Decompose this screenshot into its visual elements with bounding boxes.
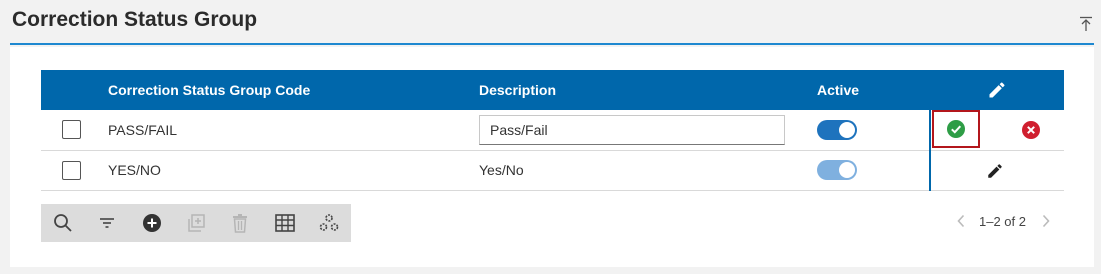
search-icon [54, 214, 72, 232]
search-button[interactable] [41, 204, 85, 242]
grid-toolbar [41, 204, 351, 242]
cell-description: Yes/No [479, 162, 524, 178]
delete-icon [233, 214, 248, 233]
page-range: 1–2 of 2 [979, 213, 1026, 229]
delete-button[interactable] [218, 204, 262, 242]
prev-page-button[interactable] [953, 213, 969, 229]
filter-icon [100, 218, 115, 228]
filter-button[interactable] [85, 204, 129, 242]
settings-icon [319, 214, 339, 231]
row-checkbox[interactable] [62, 120, 81, 140]
grid-header-row: Correction Status Group Code Description… [41, 70, 1064, 110]
add-button[interactable] [130, 204, 174, 242]
grid-panel: Correction Status Group Code Description… [10, 47, 1094, 267]
data-grid: Correction Status Group Code Description… [41, 70, 1064, 191]
confirm-edit-button[interactable] [932, 110, 980, 148]
check-circle-icon [947, 120, 965, 138]
table-row[interactable]: YES/NO Yes/No [41, 150, 1064, 190]
collapse-up-icon[interactable] [1079, 16, 1093, 32]
description-input[interactable] [479, 114, 785, 145]
table-row[interactable]: PASS/FAIL [41, 110, 1064, 150]
add-circle-icon [142, 214, 161, 232]
page-title: Correction Status Group [12, 8, 258, 31]
copy-button[interactable] [174, 204, 218, 242]
cell-code: PASS/FAIL [108, 121, 177, 138]
close-circle-icon[interactable] [1022, 121, 1040, 139]
column-header-actions [930, 70, 1064, 110]
row-checkbox[interactable] [62, 160, 81, 180]
chevron-right-icon [1042, 214, 1050, 228]
active-toggle[interactable] [817, 160, 857, 180]
column-header-description[interactable]: Description [479, 70, 817, 110]
cell-code: YES/NO [108, 162, 161, 178]
pencil-icon[interactable] [987, 80, 1007, 100]
columns-icon [274, 214, 295, 232]
columns-button[interactable] [262, 204, 306, 242]
page-header: Correction Status Group [0, 0, 1101, 46]
next-page-button[interactable] [1038, 213, 1054, 229]
column-header-code[interactable]: Correction Status Group Code [108, 70, 479, 110]
pencil-icon[interactable] [986, 162, 1004, 180]
header-divider [10, 43, 1094, 45]
copy-icon [188, 214, 205, 232]
chevron-left-icon [957, 214, 965, 228]
pagination: 1–2 of 2 [953, 213, 1054, 229]
column-header-active[interactable]: Active [817, 70, 930, 110]
active-toggle[interactable] [817, 119, 857, 140]
settings-button[interactable] [307, 204, 351, 242]
